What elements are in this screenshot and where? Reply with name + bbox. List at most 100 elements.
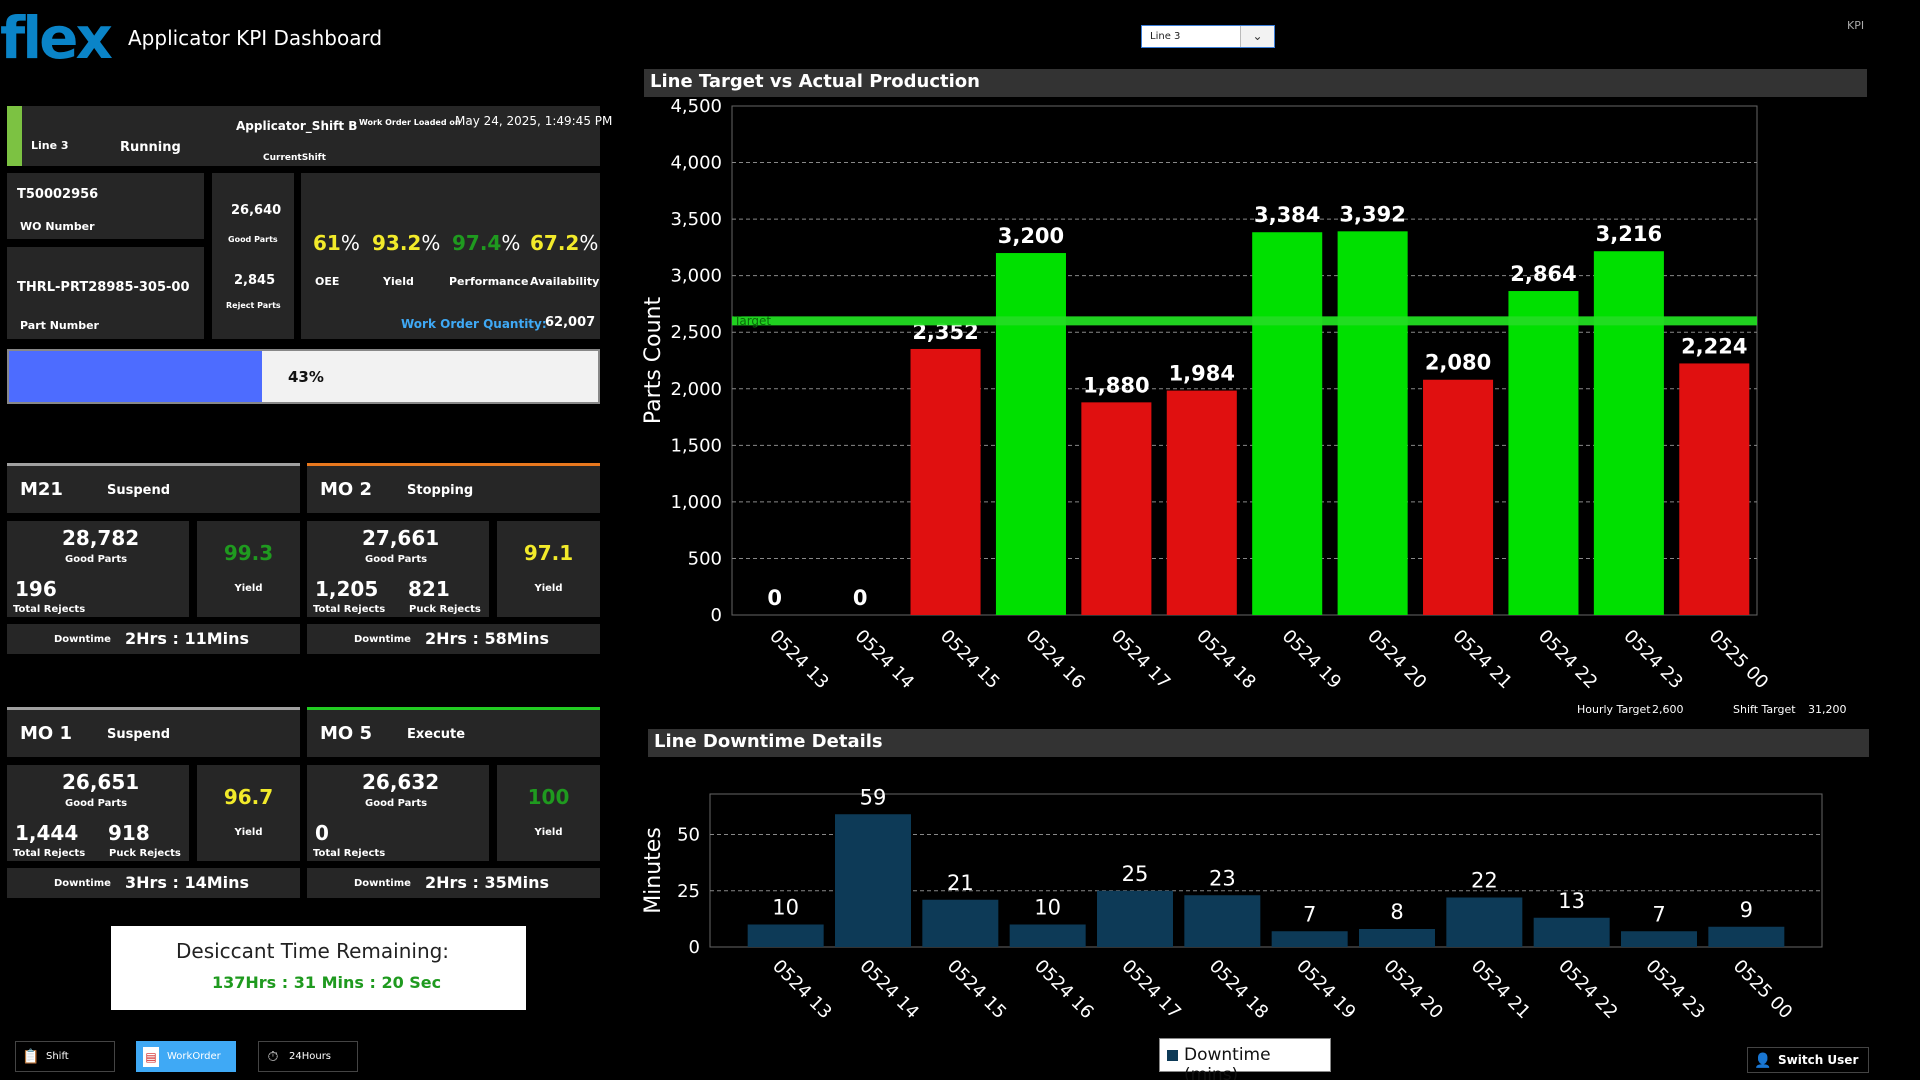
x-tick-label: 0524 13 — [768, 956, 835, 1023]
desiccant-value: 137Hrs : 31 Mins : 20 Sec — [212, 973, 442, 992]
machine-total-rejects-label: Total Rejects — [13, 604, 86, 615]
downtime-bar — [1184, 895, 1261, 947]
part-number: THRL-PRT28985-305-00 — [17, 280, 190, 295]
availability-metric: 67.2% — [530, 231, 598, 255]
y-tick-label: 4,500 — [670, 98, 722, 117]
switch-user-button[interactable]: 👤 Switch User — [1747, 1047, 1869, 1073]
target-label: Target — [733, 314, 771, 328]
machine-yield-panel: 97.1 Yield — [497, 521, 600, 617]
machine-name: M21 — [20, 479, 63, 500]
bar-value-label: 7 — [1303, 902, 1316, 926]
machine-yield-panel: 96.7 Yield — [197, 765, 300, 861]
x-tick-label: 0524 18 — [1205, 956, 1272, 1023]
y-tick-label: 0 — [689, 937, 700, 958]
y-axis-label: Parts Count — [641, 297, 666, 425]
downtime-legend: Downtime (mins) — [1159, 1038, 1331, 1080]
machine-downtime-panel: Downtime 3Hrs : 14Mins — [7, 868, 300, 898]
downtime-bar — [1097, 890, 1173, 947]
shift-target-label: Shift Target — [1733, 703, 1796, 716]
x-tick-label: 0524 20 — [1379, 956, 1446, 1023]
downtime-bar — [835, 814, 911, 947]
downtime-bar — [1359, 929, 1435, 947]
machine-name: MO 2 — [320, 479, 373, 500]
machine-good-parts-label: Good Parts — [65, 798, 128, 809]
production-bar — [1593, 251, 1664, 615]
wo-number-label: WO Number — [20, 220, 95, 233]
machine-parts-panel: 27,661 Good Parts 1,205 Total Rejects 82… — [307, 521, 489, 617]
x-tick-label: 0524 18 — [1192, 626, 1259, 693]
desiccant-panel: Desiccant Time Remaining: 137Hrs : 31 Mi… — [111, 926, 526, 1010]
machine-total-rejects: 1,205 — [315, 577, 379, 601]
machine-good-parts: 26,632 — [362, 770, 440, 794]
y-tick-label: 1,500 — [670, 435, 722, 456]
y-tick-label: 3,000 — [670, 266, 722, 287]
machine-downtime-label: Downtime — [354, 878, 411, 889]
production-bar — [1166, 390, 1237, 615]
bar-value-label: 0 — [853, 586, 868, 610]
bar-value-label: 0 — [767, 586, 782, 610]
production-bar — [1252, 232, 1323, 615]
machine-total-rejects-label: Total Rejects — [313, 848, 386, 859]
x-tick-label: 0524 23 — [1641, 956, 1708, 1023]
machine-good-parts-label: Good Parts — [365, 798, 428, 809]
status-accent-bar — [7, 106, 22, 166]
availability-value: 67.2 — [530, 231, 580, 255]
machine-card[interactable]: MO 1 Suspend — [7, 707, 300, 757]
bar-value-label: 13 — [1558, 889, 1585, 913]
machine-card[interactable]: M21 Suspend — [7, 463, 300, 513]
machine-card[interactable]: MO 5 Execute — [307, 707, 600, 757]
tab-shift[interactable]: 📋 Shift — [15, 1041, 115, 1072]
yield-value: 93.2 — [372, 231, 422, 255]
y-tick-label: 2,000 — [670, 379, 722, 400]
tab-24hours[interactable]: ⏱ 24Hours — [258, 1041, 358, 1072]
performance-label: Performance — [449, 275, 529, 288]
x-tick-label: 0524 17 — [1107, 626, 1174, 693]
chevron-down-icon[interactable]: ⌄ — [1240, 26, 1274, 47]
line-state: Running — [120, 140, 181, 155]
machine-yield-label: Yield — [534, 827, 563, 838]
machine-downtime-value: 2Hrs : 11Mins — [125, 629, 250, 648]
bar-value-label: 9 — [1740, 898, 1753, 922]
machine-downtime-value: 2Hrs : 35Mins — [425, 873, 550, 892]
line-select-value: Line 3 — [1150, 31, 1181, 42]
good-parts-count: 26,640 — [231, 203, 282, 218]
line-select-dropdown[interactable]: Line 3 ⌄ — [1141, 25, 1275, 48]
machine-total-rejects: 0 — [315, 821, 329, 845]
tab-workorder[interactable]: ▤ WorkOrder — [136, 1041, 236, 1072]
machine-card[interactable]: MO 2 Stopping — [307, 463, 600, 513]
x-tick-label: 0524 21 — [1449, 626, 1516, 693]
downtime-bar — [1446, 897, 1523, 947]
machine-good-parts: 27,661 — [362, 526, 440, 550]
y-tick-label: 50 — [677, 825, 700, 846]
production-bar — [1337, 231, 1408, 615]
machine-downtime-label: Downtime — [354, 634, 411, 645]
app-title: Applicator KPI Dashboard — [128, 26, 383, 50]
wo-quantity: 62,007 — [545, 315, 596, 330]
x-tick-label: 0524 13 — [765, 626, 832, 693]
machine-name: MO 1 — [20, 723, 73, 744]
oee-value: 61 — [313, 231, 341, 255]
kpi-card: 61% OEE 93.2% Yield 97.4% Performance 67… — [301, 173, 600, 339]
document-icon: ▤ — [143, 1047, 159, 1067]
current-shift-label: CurrentShift — [263, 153, 326, 163]
y-tick-label: 0 — [711, 605, 722, 626]
tab-shift-label: Shift — [46, 1051, 69, 1062]
availability-percent: % — [579, 231, 599, 255]
bar-value-label: 23 — [1209, 866, 1236, 890]
wo-progress-fill — [9, 351, 263, 402]
oee-percent: % — [340, 231, 360, 255]
x-tick-label: 0524 20 — [1363, 626, 1430, 693]
x-tick-label: 0524 22 — [1534, 626, 1601, 693]
downtime-chart-title: Line Downtime Details — [654, 731, 883, 752]
wo-quantity-label: Work Order Quantity: — [401, 317, 547, 331]
machine-yield-value: 97.1 — [523, 541, 574, 565]
y-tick-label: 25 — [677, 881, 700, 902]
bar-value-label: 3,200 — [998, 224, 1064, 248]
production-chart-title: Line Target vs Actual Production — [650, 71, 980, 92]
x-tick-label: 0524 14 — [851, 626, 918, 693]
hourly-target-label: Hourly Target — [1577, 703, 1651, 716]
switch-user-icon: 👤 — [1754, 1053, 1772, 1069]
yield-label: Yield — [383, 275, 414, 288]
bar-value-label: 2,080 — [1425, 351, 1491, 375]
bar-value-label: 7 — [1652, 902, 1665, 926]
